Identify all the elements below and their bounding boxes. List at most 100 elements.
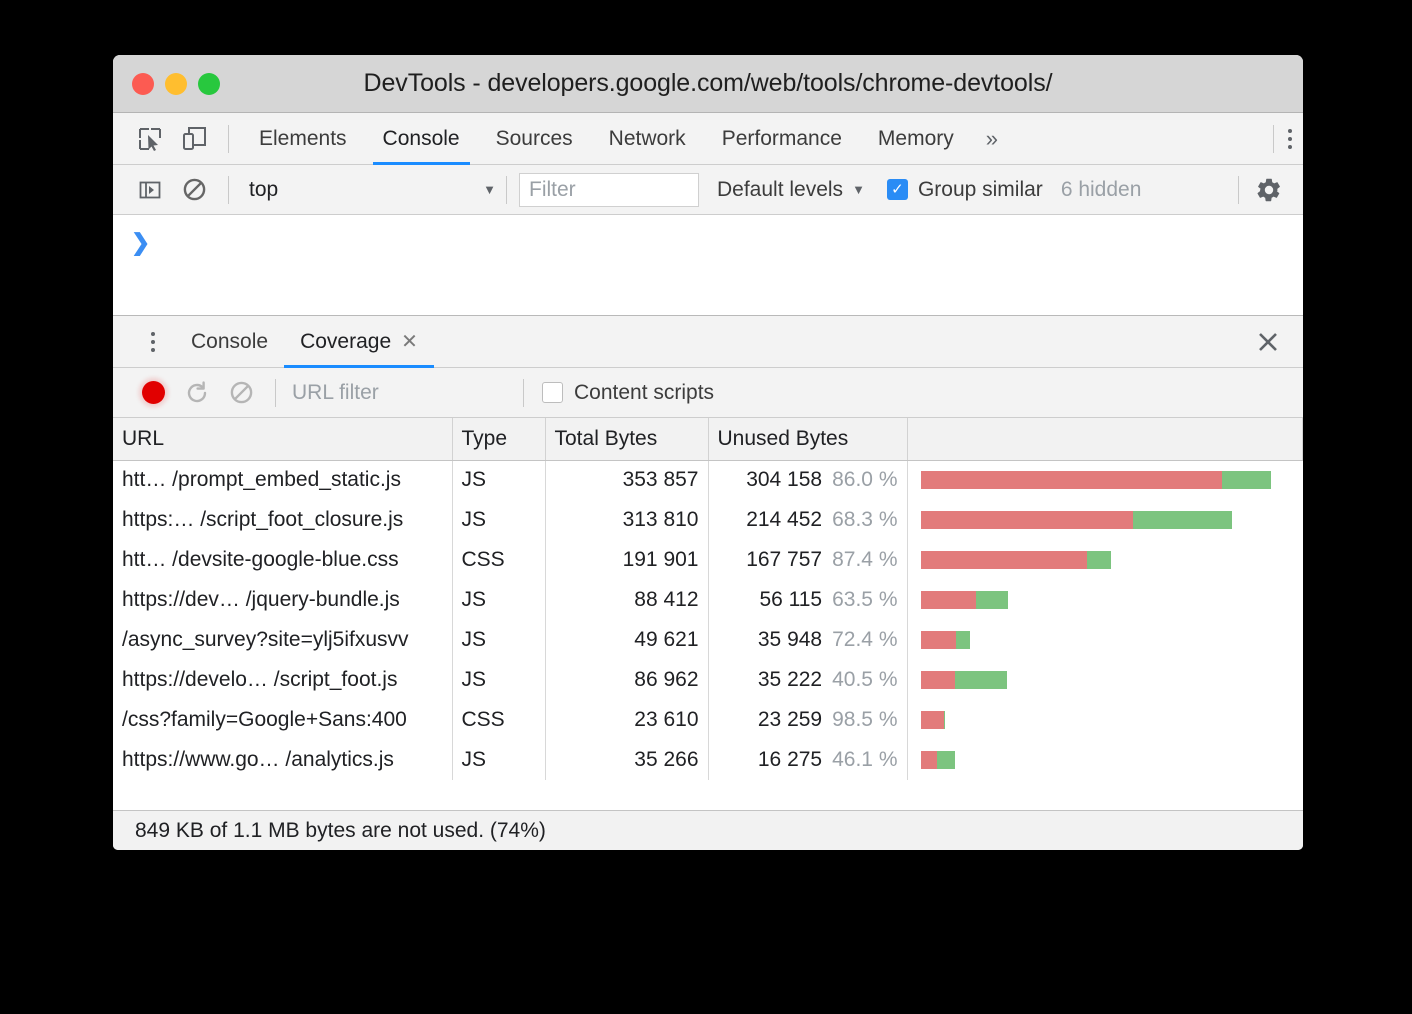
table-row[interactable]: htt… /prompt_embed_static.jsJS353 857304… [113, 460, 1303, 500]
vertical-dots-icon [1288, 129, 1292, 149]
log-levels-dropdown[interactable]: Default levels ▼ [717, 178, 865, 202]
cell-unused-bytes: 35 22240.5 % [708, 660, 907, 700]
table-row[interactable]: https://dev… /jquery-bundle.jsJS88 41256… [113, 580, 1303, 620]
table-row[interactable]: https:… /script_foot_closure.jsJS313 810… [113, 500, 1303, 540]
toolbar-divider [275, 379, 276, 407]
coverage-bar-unused-segment [921, 551, 1087, 569]
coverage-url-filter-input[interactable]: URL filter [288, 381, 523, 405]
unused-percent-value: 72.4 % [832, 628, 897, 651]
coverage-toolbar: URL filter Content scripts [113, 368, 1303, 418]
tab-network[interactable]: Network [591, 113, 704, 165]
cell-url: https:… /script_foot_closure.js [113, 500, 452, 540]
console-filter-input[interactable]: Filter [519, 173, 699, 207]
content-scripts-checkbox[interactable] [542, 382, 563, 403]
tab-label: Sources [496, 127, 573, 151]
column-header-unused-bytes[interactable]: Unused Bytes [708, 418, 907, 460]
reload-icon [184, 380, 210, 406]
coverage-bar-used-segment [937, 751, 956, 769]
coverage-bar-unused-segment [921, 591, 977, 609]
cell-url: htt… /prompt_embed_static.js [113, 460, 452, 500]
zoom-window-button[interactable] [198, 73, 220, 95]
cell-total-bytes: 35 266 [545, 740, 708, 780]
table-row[interactable]: /async_survey?site=ylj5ifxusvvJS49 62135… [113, 620, 1303, 660]
cell-coverage-bar [907, 660, 1303, 700]
cell-url: /async_survey?site=ylj5ifxusvv [113, 620, 452, 660]
group-similar-checkbox[interactable]: ✓ [887, 179, 908, 200]
tab-performance[interactable]: Performance [704, 113, 860, 165]
minimize-window-button[interactable] [165, 73, 187, 95]
window-title-bar: DevTools - developers.google.com/web/too… [113, 55, 1303, 113]
coverage-bar-unused-segment [921, 711, 944, 729]
console-settings-button[interactable] [1226, 176, 1303, 204]
unused-bytes-value: 35 222 [758, 668, 822, 691]
column-header-url[interactable]: URL [113, 418, 452, 460]
cell-coverage-bar [907, 580, 1303, 620]
cell-coverage-bar [907, 500, 1303, 540]
coverage-clear-button[interactable] [219, 373, 263, 413]
toolbar-divider [228, 176, 229, 204]
coverage-table-header-row: URL Type Total Bytes Unused Bytes [113, 418, 1303, 460]
more-tabs-chevron-icon[interactable]: » [972, 126, 1012, 152]
coverage-bar [917, 551, 1294, 569]
coverage-bar [917, 751, 1294, 769]
devtools-main-menu-button[interactable] [1249, 119, 1303, 159]
drawer-tab-console[interactable]: Console [175, 316, 284, 368]
coverage-bar-unused-segment [921, 511, 1134, 529]
console-filter-placeholder: Filter [529, 178, 576, 202]
coverage-reload-button[interactable] [175, 373, 219, 413]
cell-url: https://develo… /script_foot.js [113, 660, 452, 700]
gear-icon [1255, 176, 1283, 204]
tab-sources[interactable]: Sources [478, 113, 591, 165]
tab-elements[interactable]: Elements [241, 113, 365, 165]
drawer-tab-label: Console [191, 330, 268, 354]
table-row[interactable]: https://develo… /script_foot.jsJS86 9623… [113, 660, 1303, 700]
chevron-down-icon: ▼ [483, 182, 496, 197]
unused-percent-value: 68.3 % [832, 508, 897, 531]
close-icon [1255, 329, 1281, 355]
coverage-bar-used-segment [956, 631, 970, 649]
inspect-element-icon[interactable] [128, 119, 172, 159]
cell-url: https://www.go… /analytics.js [113, 740, 452, 780]
coverage-bar [917, 511, 1294, 529]
cell-total-bytes: 49 621 [545, 620, 708, 660]
content-scripts-label: Content scripts [574, 381, 714, 405]
hidden-messages-count: 6 hidden [1061, 178, 1142, 202]
devtools-window: DevTools - developers.google.com/web/too… [113, 55, 1303, 850]
table-row[interactable]: https://www.go… /analytics.jsJS35 26616 … [113, 740, 1303, 780]
coverage-bar [917, 671, 1294, 689]
url-filter-placeholder: URL filter [292, 381, 379, 404]
tab-memory[interactable]: Memory [860, 113, 972, 165]
cell-total-bytes: 86 962 [545, 660, 708, 700]
drawer-menu-button[interactable] [131, 322, 175, 362]
group-similar-toggle[interactable]: ✓ Group similar [887, 178, 1043, 202]
close-drawer-button[interactable] [1255, 329, 1303, 355]
coverage-bar-unused-segment [921, 471, 1223, 489]
console-message-area[interactable]: ❯ [113, 215, 1303, 316]
execution-context-selector[interactable]: top ▼ [241, 178, 506, 202]
cell-coverage-bar [907, 460, 1303, 500]
console-sidebar-icon[interactable] [128, 170, 172, 210]
drawer-tab-coverage[interactable]: Coverage ✕ [284, 316, 434, 368]
close-icon[interactable]: ✕ [401, 329, 418, 354]
coverage-bar-unused-segment [921, 631, 957, 649]
table-row[interactable]: /css?family=Google+Sans:400CSS23 61023 2… [113, 700, 1303, 740]
cell-type: CSS [452, 700, 545, 740]
close-window-button[interactable] [132, 73, 154, 95]
tab-console[interactable]: Console [365, 113, 478, 165]
cell-unused-bytes: 167 75787.4 % [708, 540, 907, 580]
coverage-record-button[interactable] [131, 373, 175, 413]
column-header-type[interactable]: Type [452, 418, 545, 460]
cell-total-bytes: 88 412 [545, 580, 708, 620]
toolbar-divider [523, 379, 524, 407]
coverage-bar-used-segment [1222, 471, 1271, 489]
toolbar-divider [1273, 125, 1274, 153]
table-row[interactable]: htt… /devsite-google-blue.cssCSS191 9011… [113, 540, 1303, 580]
tab-label: Performance [722, 127, 842, 151]
clear-console-icon[interactable] [172, 170, 216, 210]
column-header-total-bytes[interactable]: Total Bytes [545, 418, 708, 460]
column-header-bar[interactable] [907, 418, 1303, 460]
cell-total-bytes: 191 901 [545, 540, 708, 580]
device-toolbar-icon[interactable] [172, 119, 216, 159]
coverage-bar-used-segment [1133, 511, 1232, 529]
content-scripts-toggle[interactable]: Content scripts [542, 381, 714, 405]
